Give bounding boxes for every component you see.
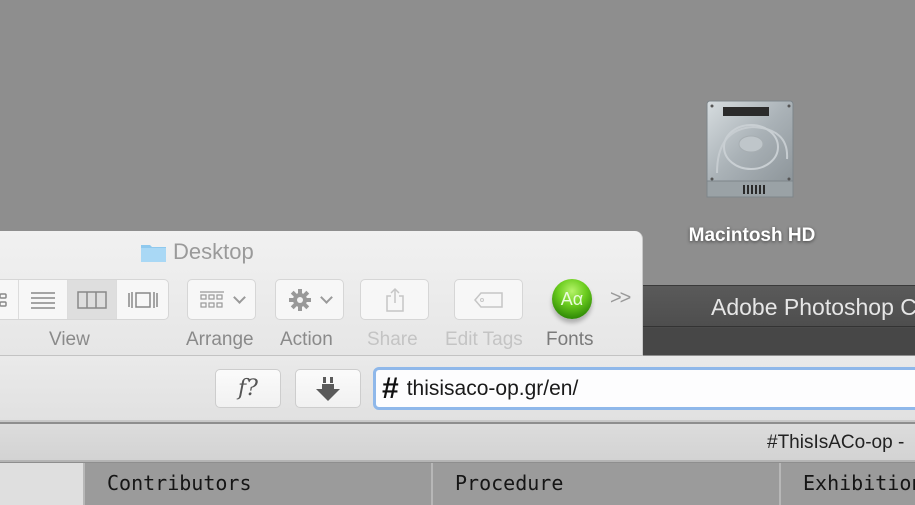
edit-tags-label: Edit Tags [445,329,523,350]
edit-tags-button[interactable] [454,279,523,320]
nav-item-exhibition[interactable]: Exhibition [779,463,915,505]
photoshop-titlebar[interactable]: Adobe Photoshop C [640,285,915,327]
tag-icon [473,291,503,308]
share-icon [385,287,404,312]
gear-icon [289,288,311,311]
arrange-grid-icon [200,290,224,308]
fonts-app-icon[interactable]: Aα [552,279,592,319]
column-view-icon [77,290,107,309]
action-label: Action [280,329,333,350]
finder-title-text: Desktop [173,239,254,264]
site-navigation: Contributors Procedure Exhibition [0,463,915,505]
arrange-label: Arrange [186,329,254,350]
url-field[interactable]: # thisisaco-op.gr/en/ [373,367,915,410]
download-arrow-icon [316,376,340,401]
chevron-down-icon [320,290,333,304]
hash-icon: # [382,371,399,405]
download-button[interactable] [295,369,361,408]
view-label: View [49,329,90,350]
finder-window[interactable]: Desktop View Arrange Action Share Edit T… [0,231,643,356]
browser-toolbar: f? # thisisaco-op.gr/en/ [0,356,915,422]
f-question-button[interactable]: f? [215,369,281,408]
macintosh-hd-label: Macintosh HD [688,225,816,246]
f-question-label: f? [238,376,258,401]
finder-title: Desktop [140,239,254,265]
share-button[interactable] [360,279,429,320]
icon-view-button[interactable] [0,280,19,319]
nav-blank-cell [0,463,83,505]
url-text: thisisaco-op.gr/en/ [406,376,579,400]
chevron-down-icon [233,290,246,304]
overflow-chevrons-icon: >> [610,287,631,309]
photoshop-subbar [640,328,915,355]
folder-icon [140,241,167,263]
share-label: Share [367,329,418,350]
macintosh-hd-icon[interactable] [703,99,797,201]
photoshop-window[interactable]: Adobe Photoshop C [640,285,915,355]
fonts-glyph: Aα [560,288,584,309]
list-view-icon [31,291,55,309]
view-mode-control[interactable] [0,279,169,320]
toolbar-overflow-button[interactable]: >> [610,287,631,310]
list-view-button[interactable] [19,280,68,319]
action-button[interactable] [275,279,344,320]
icon-view-icon [0,292,7,307]
arrange-button[interactable] [187,279,256,320]
photoshop-title: Adobe Photoshop C [711,294,915,320]
nav-item-procedure[interactable]: Procedure [431,463,779,505]
fonts-label: Fonts [546,329,594,350]
cover-flow-icon [127,291,158,308]
cover-flow-view-button[interactable] [117,280,168,319]
tab-title-bar: #ThisIsACo-op - [0,424,915,462]
hard-drive-icon [706,100,794,198]
nav-item-contributors[interactable]: Contributors [83,463,431,505]
column-view-button[interactable] [68,280,117,319]
page-title: #ThisIsACo-op - [767,432,905,453]
